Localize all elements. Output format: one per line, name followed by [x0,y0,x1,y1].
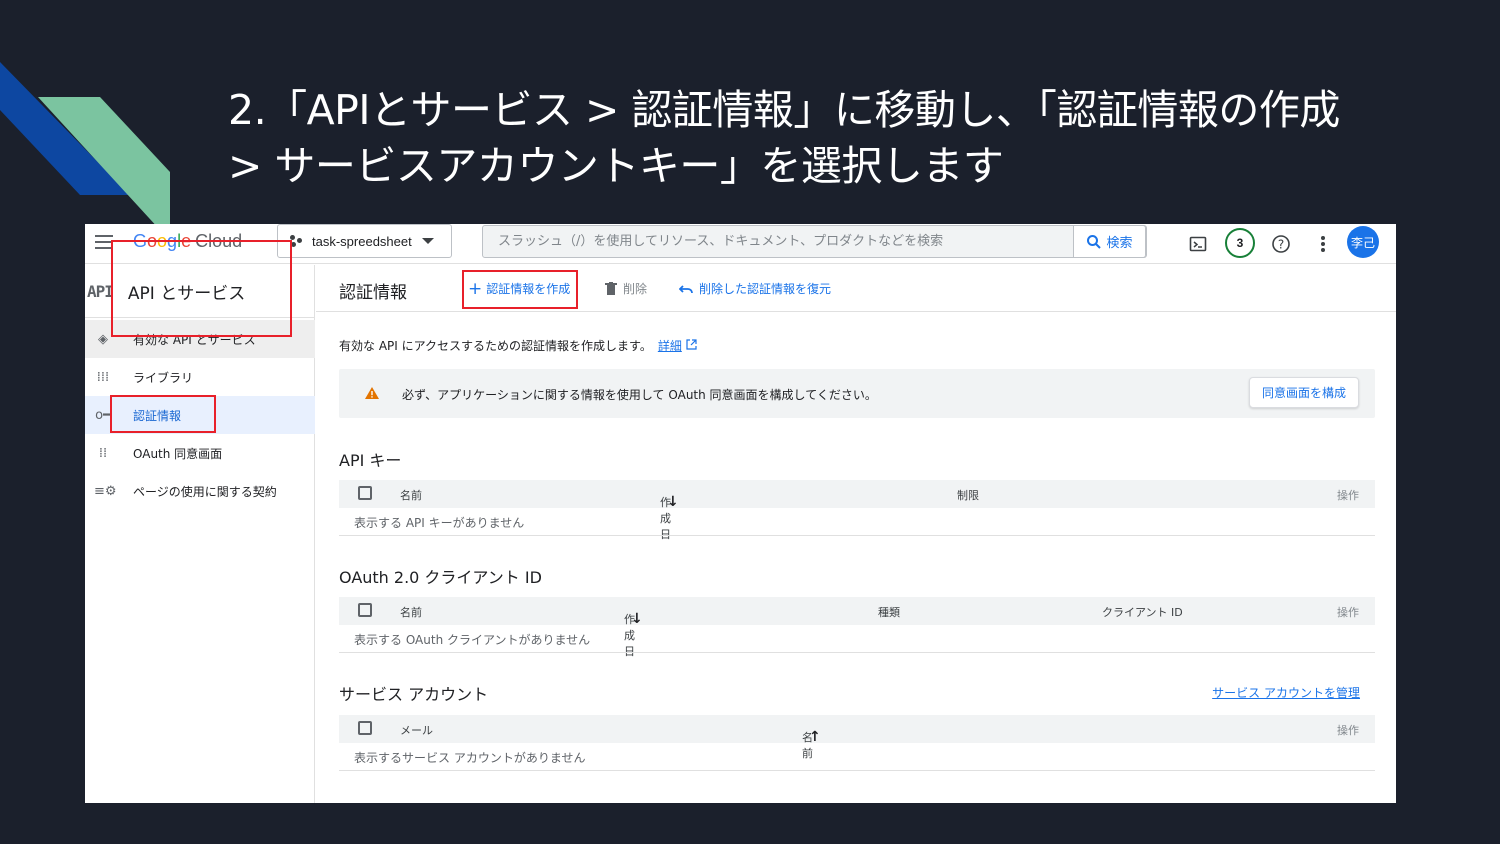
service-accounts-title: サービス アカウント [339,685,489,704]
highlight-box-create-credentials [462,270,578,309]
consent-warning-banner: 必ず、アプリケーションに関する情報を使用して OAuth 同意画面を構成してくだ… [339,369,1375,418]
search-bar: 検索 [482,225,1147,258]
trash-icon [605,282,617,295]
sidebar-item-label: ライブラリ [133,370,194,385]
chevron-down-icon [421,238,434,244]
restore-deleted-label: 削除した認証情報を復元 [699,282,832,296]
slide-title-line-2: > サービスアカウントキー」を選択します [228,142,1004,190]
highlight-box-api-services [111,240,292,337]
delete-button[interactable]: 削除 [605,280,647,297]
more-vert-icon[interactable] [1310,231,1336,257]
restore-deleted-button[interactable]: 削除した認証情報を復元 [679,280,831,297]
console-screenshot: GoogleCloud task-spreedsheet 検索 3 ? 李己 [85,224,1396,803]
configure-consent-button[interactable]: 同意画面を構成 [1249,377,1359,408]
api-keys-empty-row: 表示する API キーがありません [339,508,1375,536]
service-accounts-empty-row: 表示するサービス アカウントがありません [339,743,1375,771]
search-button-label: 検索 [1106,236,1133,251]
delete-label: 削除 [623,282,648,296]
api-logo: API [87,281,114,301]
column-header-restrictions[interactable]: 制限 [957,487,979,503]
main-content: 認証情報 + 認証情報を作成 削除 削除した認証情報を復元 有効な API にア… [316,265,1396,803]
column-header-email[interactable]: メール [400,722,433,738]
warning-icon [365,387,379,399]
manage-service-accounts-link[interactable]: サービス アカウントを管理 [1212,684,1360,701]
project-icon [290,235,304,247]
settings-list-icon: ≡⚙ [94,483,117,499]
page-title: 認証情報 [339,283,407,303]
intro-text: 有効な API にアクセスするための認証情報を作成します。 詳細 [339,337,697,354]
search-icon [1087,234,1102,249]
api-keys-title: API キー [339,451,402,470]
help-icon[interactable]: ? [1268,231,1294,257]
library-icon: ⁞⁞⁞ [96,369,110,385]
column-header-client-id[interactable]: クライアント ID [1102,604,1183,620]
api-grid-icon: ◈ [98,331,108,347]
terminal-icon[interactable] [1185,231,1211,257]
project-name: task-spreedsheet [312,233,412,249]
api-keys-table-header: 名前 作成日 ↓ 制限 操作 [339,480,1375,541]
sidebar-item-label: ページの使用に関する契約 [133,484,277,499]
undo-icon [679,285,693,294]
warning-text: 必ず、アプリケーションに関する情報を使用して OAuth 同意画面を構成してくだ… [402,388,877,402]
column-header-actions: 操作 [1337,606,1359,619]
slide-title-line-1: 2.「APIとサービス > 認証情報」に移動し、「認証情報の作成 [228,86,1340,134]
column-header-name[interactable]: 名前 [400,604,422,620]
search-button[interactable]: 検索 [1073,225,1146,258]
highlight-box-credentials [110,395,216,433]
column-header-actions: 操作 [1337,489,1359,502]
consent-icon: ⁞⁞ [98,445,108,461]
project-selector[interactable]: task-spreedsheet [277,224,452,258]
notification-badge[interactable]: 3 [1225,228,1255,258]
sidebar-item-page-usage-agreements[interactable]: ≡⚙ ページの使用に関する契約 [85,472,315,510]
corner-decoration [0,62,170,230]
sidebar-item-library[interactable]: ⁞⁞⁞ ライブラリ [85,358,315,396]
column-header-name[interactable]: 名前 [400,487,422,503]
oauth-title: OAuth 2.0 クライアント ID [339,568,542,587]
sidebar: API API とサービス ◈ 有効な API とサービス ⁞⁞⁞ ライブラリ … [85,265,315,803]
sidebar-item-label: OAuth 同意画面 [133,446,223,461]
sidebar-item-oauth-consent[interactable]: ⁞⁞ OAuth 同意画面 [85,434,315,472]
search-input[interactable] [483,226,1075,257]
oauth-table-header: 名前 作成日 ↓ 種類 クライアント ID 操作 [339,597,1375,658]
avatar[interactable]: 李己 [1347,226,1379,258]
column-header-actions: 操作 [1337,724,1359,737]
select-all-checkbox[interactable] [358,721,372,735]
select-all-checkbox[interactable] [358,603,372,617]
oauth-empty-row: 表示する OAuth クライアントがありません [339,625,1375,653]
slide-title: 2.「APIとサービス > 認証情報」に移動し、「認証情報の作成 > サービスア… [228,82,1428,194]
learn-more-link[interactable]: 詳細 [658,339,682,353]
column-header-type[interactable]: 種類 [878,604,900,620]
service-accounts-table-header: メール 名前 ↑ 操作 [339,715,1375,760]
external-link-icon [686,339,697,350]
intro-description: 有効な API にアクセスするための認証情報を作成します。 [339,339,652,353]
select-all-checkbox[interactable] [358,486,372,500]
svg-text:?: ? [1278,238,1284,252]
